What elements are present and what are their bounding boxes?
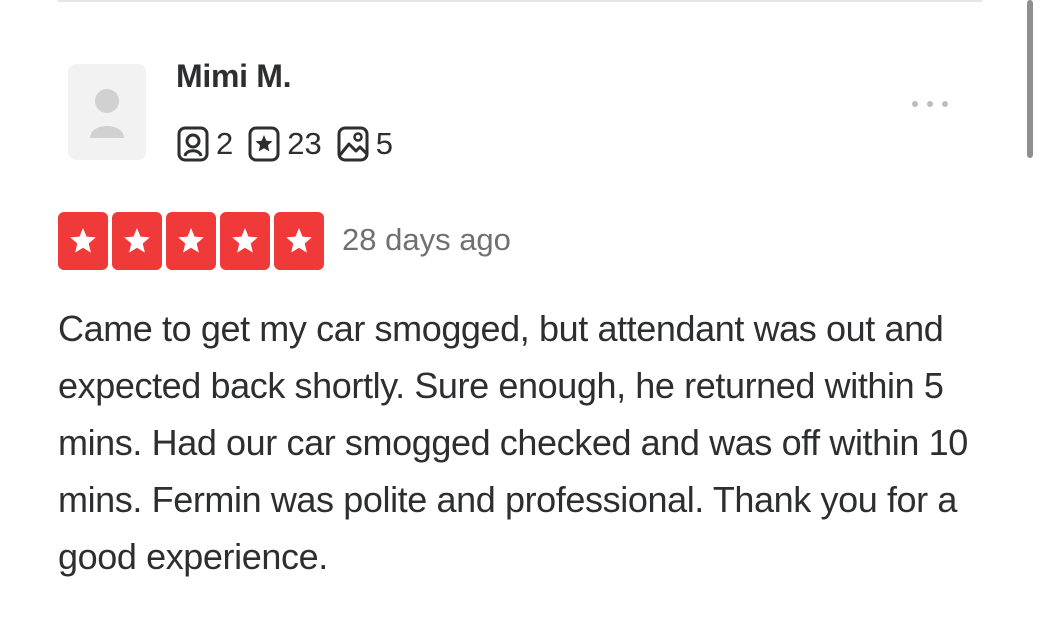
star-icon	[124, 228, 150, 253]
top-divider	[58, 0, 982, 2]
star-box	[220, 212, 270, 270]
star-box	[166, 212, 216, 270]
star-icon	[232, 228, 258, 253]
reviews-stat: 23	[247, 125, 322, 163]
user-name[interactable]: Mimi M.	[176, 58, 292, 95]
more-dot	[942, 101, 948, 107]
more-options-button[interactable]	[900, 86, 960, 122]
photos-stat: 5	[336, 125, 393, 163]
reviews-icon	[248, 126, 280, 162]
photos-icon	[337, 126, 369, 162]
star-icon	[70, 228, 96, 253]
more-horizontal-icon	[912, 101, 918, 107]
photos-count: 5	[375, 126, 393, 161]
friends-icon	[177, 126, 209, 162]
star-box	[274, 212, 324, 270]
star-box	[58, 212, 108, 270]
review-text: Came to get my car smogged, but attendan…	[58, 308, 968, 577]
user-stats: 2 23 5	[176, 124, 407, 164]
friends-stat: 2	[176, 125, 233, 163]
review-date: 28 days ago	[342, 222, 511, 257]
friends-count: 2	[216, 126, 234, 161]
star-box	[112, 212, 162, 270]
reviews-count: 23	[287, 126, 322, 161]
avatar[interactable]	[68, 64, 146, 160]
more-dot	[927, 101, 933, 107]
star-icon	[178, 228, 204, 253]
star-rating	[58, 212, 324, 270]
star-icon	[286, 228, 312, 253]
scrollbar[interactable]	[1027, 0, 1033, 158]
default-user-icon	[90, 89, 124, 138]
